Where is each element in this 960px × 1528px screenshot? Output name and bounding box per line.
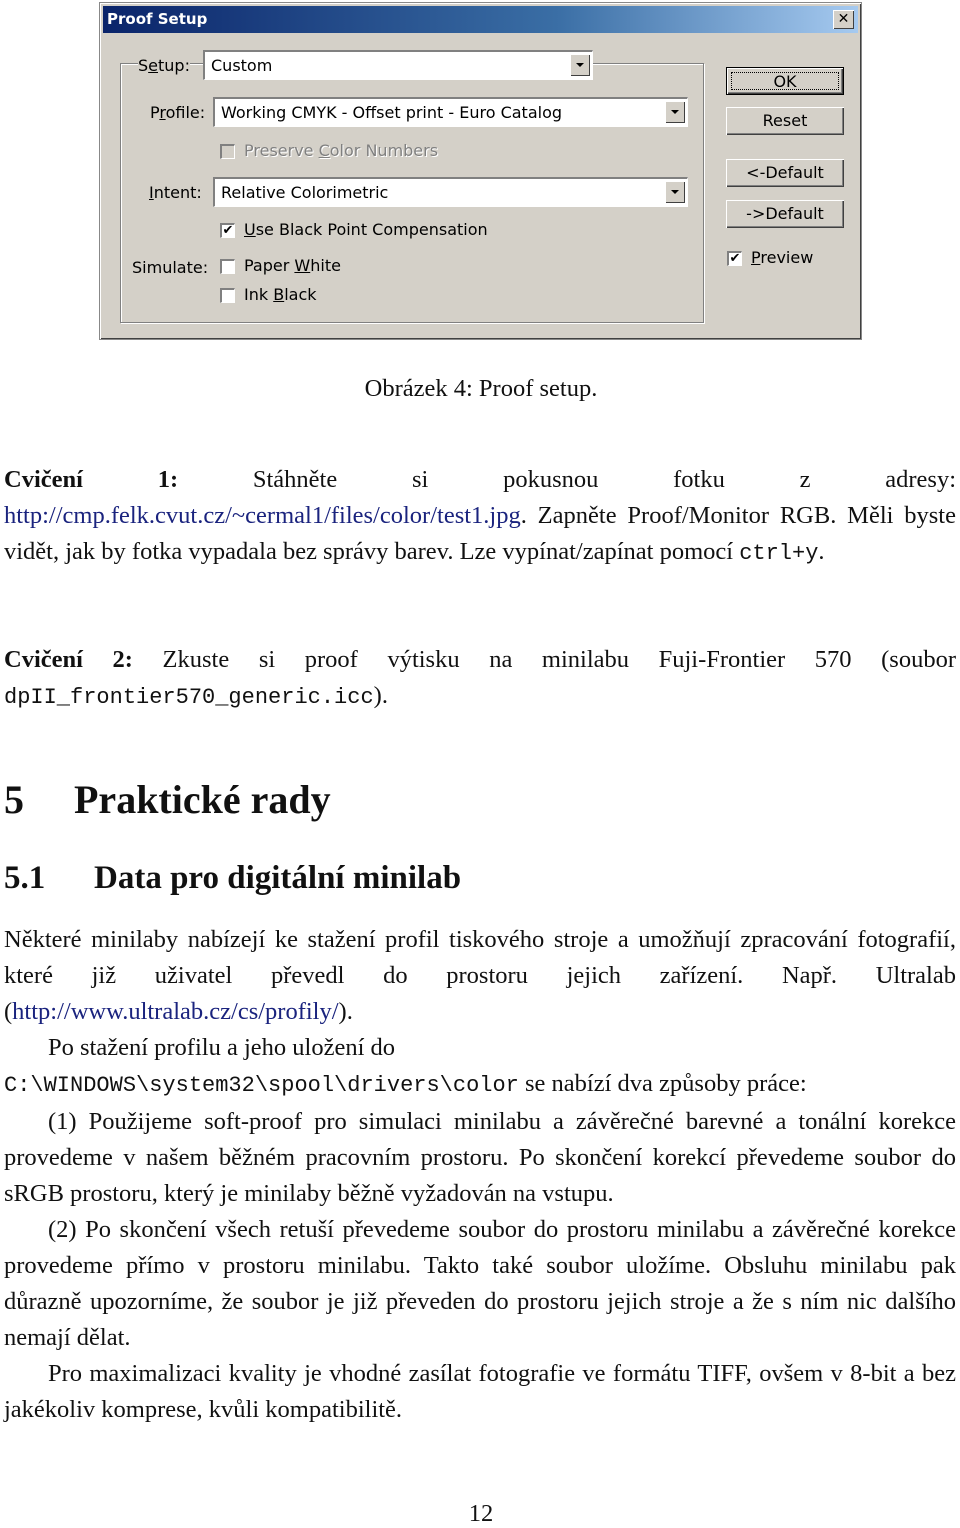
close-icon: ✕: [837, 11, 850, 27]
reset-button[interactable]: Reset: [726, 107, 844, 135]
paragraph-2: Po stažení profilu a jeho uložení do: [48, 1034, 395, 1061]
paper-white-label: Paper White: [244, 256, 341, 275]
preview-checkbox[interactable]: ✔: [727, 251, 742, 266]
black-point-compensation-label: Use Black Point Compensation: [244, 220, 488, 239]
ink-black-label: Ink Black: [244, 285, 317, 304]
subsection-heading: 5.1 Data pro digitální minilab: [4, 860, 462, 896]
dialog-title: Proof Setup: [107, 10, 208, 28]
close-button[interactable]: ✕: [833, 10, 854, 29]
setup-dropdown[interactable]: Custom: [203, 50, 593, 80]
chevron-down-icon[interactable]: [665, 181, 685, 203]
body-text: Některé minilaby nabízejí ke stažení pro…: [4, 922, 956, 1428]
intent-dropdown[interactable]: Relative Colorimetric: [213, 177, 688, 207]
setup-label: Setup:: [138, 56, 190, 75]
paragraph-1: Některé minilaby nabízejí ke stažení pro…: [4, 926, 956, 1025]
simulate-label: Simulate:: [132, 258, 209, 277]
exercise-1-label: Cvičení 1:: [4, 466, 179, 493]
icc-filename: dpII_frontier570_generic.icc: [4, 685, 374, 710]
preserve-color-numbers-label: Preserve Color Numbers: [244, 141, 439, 160]
profile-value: Working CMYK - Offset print - Euro Catal…: [221, 103, 563, 122]
paragraph-4: (2) Po skončení všech retuší převedeme s…: [4, 1216, 956, 1351]
chevron-down-icon[interactable]: [570, 54, 590, 76]
paper-white-checkbox[interactable]: [220, 259, 235, 274]
paragraph-3: (1) Použijeme soft-proof pro simulaci mi…: [4, 1108, 956, 1207]
setup-value: Custom: [211, 56, 273, 75]
chevron-down-icon[interactable]: [665, 101, 685, 123]
figure-caption: Obrázek 4: Proof setup.: [364, 375, 598, 402]
exercise-2-label: Cvičení 2:: [4, 646, 133, 673]
profile-dropdown[interactable]: Working CMYK - Offset print - Euro Catal…: [213, 97, 688, 127]
paragraph-5: Pro maximalizaci kvality je vhodné zasíl…: [4, 1360, 956, 1423]
intent-label: Intent:: [149, 183, 202, 202]
exercise-1: Cvičení 1: Stáhněte si pokusnou fotku z …: [4, 466, 957, 566]
checkmark-icon: ✔: [729, 251, 741, 266]
ok-button[interactable]: OK: [726, 67, 844, 95]
load-default-button[interactable]: <-Default: [726, 159, 844, 187]
paragraph-2-cont: C:\WINDOWS\system32\spool\drivers\color …: [4, 1070, 807, 1098]
test-image-link[interactable]: http://cmp.felk.cvut.cz/~cermal1/files/c…: [4, 502, 521, 529]
profile-label: Profile:: [150, 103, 206, 122]
checkmark-icon: ✔: [222, 223, 234, 238]
shortcut-code: ctrl+y: [739, 541, 819, 566]
exercise-2: Cvičení 2: Zkuste si proof výtisku na mi…: [4, 646, 956, 710]
page-number: 12: [468, 1500, 494, 1527]
save-default-button[interactable]: ->Default: [726, 200, 844, 228]
intent-value: Relative Colorimetric: [221, 183, 389, 202]
preserve-color-numbers-checkbox[interactable]: [220, 144, 235, 159]
ink-black-checkbox[interactable]: [220, 288, 235, 303]
ultralab-link[interactable]: http://www.ultralab.cz/cs/profily/: [12, 998, 338, 1025]
black-point-compensation-checkbox[interactable]: ✔: [220, 223, 235, 238]
section-heading: 5 Praktické rady: [4, 777, 331, 822]
preview-label: Preview: [751, 248, 814, 267]
color-folder-path: C:\WINDOWS\system32\spool\drivers\color: [4, 1073, 519, 1098]
proof-setup-dialog: Proof Setup ✕ Setup: Custom Profile: Wor…: [99, 2, 862, 340]
dialog-titlebar[interactable]: Proof Setup ✕: [103, 6, 858, 33]
